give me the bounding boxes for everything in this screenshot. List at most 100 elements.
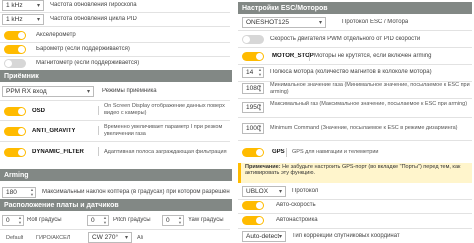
chevron-down-icon: ▾ <box>124 235 128 241</box>
divider-line <box>0 56 230 57</box>
osd-feature-description: On Screen Display отображение данных пов… <box>104 103 225 116</box>
toggle-knob <box>256 217 263 224</box>
spinner-arrows-icon: ▲ ▼ <box>103 215 107 225</box>
min-throttle-input[interactable]: 1080 ▲ ▼ <box>242 83 264 94</box>
barometer-label: Барометр (если поддерживается) <box>36 46 130 52</box>
gps-protocol-select[interactable]: UBLOX ▾ <box>242 186 286 197</box>
spinner-arrows-icon: ▲ ▼ <box>18 215 22 225</box>
divider-line <box>0 12 230 13</box>
motor-stop-toggle[interactable] <box>242 52 264 61</box>
spinner-arrows-icon: ▲ ▼ <box>30 187 34 197</box>
divider-line <box>238 117 472 118</box>
pid-frequency-select[interactable]: 1 kHz ▾ <box>2 14 44 25</box>
toggle-knob <box>18 46 25 53</box>
gps-toggle[interactable] <box>242 148 264 157</box>
spinner-arrows-icon: ▲ ▼ <box>258 67 262 77</box>
gps-ground-assist-select[interactable]: Auto-detect ▾ <box>242 231 286 242</box>
divider-line <box>238 47 472 48</box>
divider-line <box>0 141 230 142</box>
toggle-knob <box>256 53 263 60</box>
chevron-down-icon: ▾ <box>36 17 40 23</box>
max-arming-angle-input[interactable]: 180 ▲ ▼ <box>2 187 36 198</box>
chevron-down-icon: ▾ <box>86 89 90 95</box>
spinner-arrows-icon: ▲ ▼ <box>178 215 182 225</box>
gps-ground-assist-label: Тип коррекции спутниковых координат <box>292 233 400 239</box>
column-divider <box>98 106 99 115</box>
magnetometer-label: Магнитометр (если поддерживается) <box>36 60 140 66</box>
magnetometer-toggle[interactable] <box>4 59 26 68</box>
anti-gravity-feature-description: Временно увеличивает параметр I при резк… <box>104 124 223 137</box>
yaw-degrees-input[interactable]: 0 ▲ ▼ <box>162 215 184 226</box>
divider-line <box>238 98 472 99</box>
yaw-degrees-label: Yaw градусы <box>188 217 224 223</box>
min-command-label: Minimum Command (Значение, посылаемое к … <box>270 125 458 131</box>
divider-line <box>0 26 230 27</box>
chevron-down-icon: ▾ <box>278 189 282 195</box>
motor-poles-label: Полюса мотора (количество магнитов в кол… <box>270 69 432 75</box>
motor-poles-input[interactable]: 14 ▲ ▼ <box>242 67 264 78</box>
pwm-speed-toggle[interactable] <box>242 35 264 44</box>
toggle-knob <box>18 108 25 115</box>
gyro-frequency-label: Частота обновления гироскопа <box>50 2 137 8</box>
divider-line <box>238 140 472 141</box>
dynamic-filter-feature-description: Адаптивная полоса заграждающая фильтраци… <box>104 149 227 155</box>
gps-port-note: Примечание: Не забудьте настроить GPS-по… <box>238 163 472 183</box>
min-command-input[interactable]: 1000 ▲ ▼ <box>242 123 264 134</box>
spinner-arrows-icon: ▲ ▼ <box>258 83 262 93</box>
divider-line <box>238 64 472 65</box>
pid-frequency-label: Частота обновления цикла PID <box>50 16 137 22</box>
gyro-frequency-select[interactable]: 1 kHz ▾ <box>2 0 44 11</box>
sensor-alignment-default-label: Default <box>6 235 24 241</box>
chevron-down-icon: ▾ <box>36 3 40 9</box>
receiver-mode-label: Режимы приёмника <box>102 88 157 94</box>
receiver-section-header: Приёмник <box>0 70 232 82</box>
divider-line <box>0 100 230 101</box>
esc-protocol-select[interactable]: ONESHOT125 ▾ <box>242 17 326 28</box>
pitch-degrees-label: Pitch градусы <box>113 217 151 223</box>
accelerometer-toggle[interactable] <box>4 31 26 40</box>
divider-line <box>238 213 472 214</box>
divider-line <box>0 229 230 230</box>
min-throttle-label: Минимальное значение газа (Минимальное з… <box>270 82 470 95</box>
divider-line <box>238 30 472 31</box>
barometer-toggle[interactable] <box>4 45 26 54</box>
gps-protocol-label: Протокол <box>292 188 319 194</box>
max-throttle-input[interactable]: 1950 ▲ ▼ <box>242 102 264 113</box>
chevron-down-icon: ▾ <box>318 20 322 26</box>
esc-motor-section-header: Настройки ESC/Моторов <box>238 2 472 14</box>
roll-degrees-input[interactable]: 0 ▲ ▼ <box>2 215 24 226</box>
pwm-speed-label: Скорость двигателя PWM отдельного от PID… <box>270 36 421 42</box>
divider-line <box>238 228 472 229</box>
divider-line <box>0 42 230 43</box>
max-throttle-label: Максимальный газ (Максимальное значение,… <box>270 101 468 107</box>
pitch-degrees-input[interactable]: 0 ▲ ▼ <box>87 215 109 226</box>
arming-section-header: Arming <box>0 169 232 181</box>
toggle-knob <box>18 128 25 135</box>
toggle-knob <box>18 32 25 39</box>
anti-gravity-toggle[interactable] <box>4 127 26 136</box>
toggle-knob <box>243 36 250 43</box>
dynamic-filter-toggle[interactable] <box>4 148 26 157</box>
osd-toggle[interactable] <box>4 107 26 116</box>
gyro-alignment-select[interactable]: CW 270° ▾ <box>88 232 132 243</box>
toggle-knob <box>256 202 263 209</box>
board-alignment-section-header: Расположение платы и датчиков <box>0 199 232 211</box>
column-divider <box>309 52 310 61</box>
toggle-knob <box>18 149 25 156</box>
toggle-knob <box>256 149 263 156</box>
gps-auto-config-toggle[interactable] <box>242 216 264 225</box>
gps-auto-baud-toggle[interactable] <box>242 201 264 210</box>
chevron-down-icon: ▾ <box>278 234 282 240</box>
spinner-arrows-icon: ▲ ▼ <box>258 123 262 133</box>
spinner-arrows-icon: ▲ ▼ <box>258 102 262 112</box>
dynamic-filter-feature-name: DYNAMIC_FILTER <box>32 149 84 155</box>
receiver-mode-select[interactable]: PPM RX вход ▾ <box>2 86 94 97</box>
gyro-accel-alignment-label: ГИРО/АКСЕЛ <box>36 235 71 241</box>
gps-feature-name: GPS <box>272 149 285 155</box>
anti-gravity-feature-name: ANTI_GRAVITY <box>32 128 76 134</box>
divider-line <box>238 199 472 200</box>
gps-auto-config-label: Автонастройка <box>276 217 318 223</box>
divider-line <box>0 120 230 121</box>
column-divider <box>98 126 99 135</box>
max-arming-angle-label: Максимальный наклон коптера (в градусах)… <box>42 189 230 195</box>
